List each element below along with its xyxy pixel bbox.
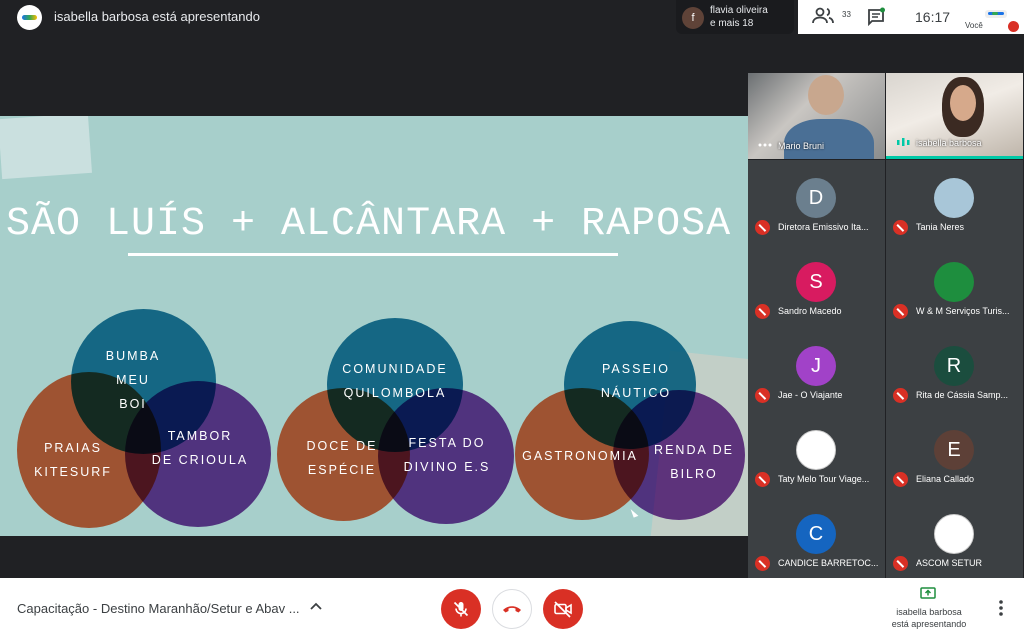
video-tile-name: Mario Bruni: [778, 141, 825, 151]
participant-name: Jae - O Viajante: [778, 390, 843, 400]
mic-muted-icon: [893, 556, 908, 571]
participant-video-face: [950, 85, 976, 121]
participant-video: [808, 75, 844, 115]
participant-avatar: S: [796, 262, 836, 302]
chevron-up-icon[interactable]: [309, 600, 323, 614]
circle-label-gastronomia: GASTRONOMIA: [522, 449, 638, 463]
leave-call-button[interactable]: [492, 589, 532, 629]
participant-avatar: E: [934, 430, 974, 470]
speaker-others: e mais 18: [710, 18, 754, 29]
participant-name: ASCOM SETUR: [916, 558, 983, 568]
mic-muted-icon: [755, 472, 770, 487]
participant-tile[interactable]: W & M Serviços Turis...: [886, 244, 1023, 328]
participant-tile[interactable]: E Eliana Callado: [886, 412, 1023, 496]
presenting-status-line1: isabella barbosa: [896, 607, 962, 617]
mic-muted-icon: [893, 388, 908, 403]
top-right-controls: 33 16:17 Você: [798, 0, 1024, 34]
mic-toggle-button[interactable]: [441, 589, 481, 629]
camera-toggle-button[interactable]: [543, 589, 583, 629]
clock: 16:17: [915, 9, 951, 25]
people-icon: [812, 7, 834, 24]
participant-name: Diretora Emissivo Ita...: [778, 222, 869, 232]
participant-tile[interactable]: S Sandro Macedo: [748, 244, 885, 328]
hang-up-icon: [503, 606, 521, 613]
present-screen-icon[interactable]: [920, 587, 936, 599]
self-muted-icon: [1008, 21, 1019, 32]
participant-name: Taty Melo Tour Viage...: [778, 474, 870, 484]
participant-tile[interactable]: Tania Neres: [886, 160, 1023, 244]
self-view[interactable]: Você: [960, 4, 1020, 34]
mic-muted-icon: [755, 556, 770, 571]
participant-tile[interactable]: C CANDICE BARRETOC...: [748, 496, 885, 580]
video-tile-isabella[interactable]: isabella barbosa: [886, 73, 1023, 159]
more-options-icon[interactable]: [996, 598, 1006, 618]
speaker-avatar: f: [682, 7, 704, 29]
participant-avatar: D: [796, 178, 836, 218]
mic-off-icon: [453, 601, 469, 617]
audio-level-icon: [758, 143, 772, 147]
speaking-indicator-icon: [897, 138, 910, 146]
circle-label-festa: FESTA DO DIVINO E.S: [403, 436, 491, 474]
people-count: 33: [842, 10, 851, 19]
participant-name: Sandro Macedo: [778, 306, 842, 316]
self-label: Você: [965, 21, 983, 30]
mic-muted-icon: [755, 388, 770, 403]
participant-tile[interactable]: R Rita de Cássia Samp...: [886, 328, 1023, 412]
circle-label-renda: RENDA DE BILRO: [654, 443, 734, 481]
circle-label-bumba: BUMBA MEU BOI: [105, 349, 161, 411]
participant-avatar: J: [796, 346, 836, 386]
meet-window: isabella barbosa está apresentando f fla…: [0, 0, 1024, 636]
mouse-cursor-icon: [630, 507, 639, 518]
top-bar: isabella barbosa está apresentando f fla…: [0, 0, 1024, 34]
participant-tile[interactable]: D Diretora Emissivo Ita...: [748, 160, 885, 244]
participant-avatar: C: [796, 514, 836, 554]
circle-label-passeio: PASSEIO NÁUTICO: [600, 362, 672, 400]
participant-avatar: R: [934, 346, 974, 386]
presenting-title: isabella barbosa está apresentando: [54, 9, 260, 24]
participant-avatar: [934, 178, 974, 218]
presenting-status-line2: está apresentando: [891, 619, 967, 629]
chat-button[interactable]: [866, 7, 886, 27]
circle-label-praias: PRAIAS KITESURF: [34, 441, 112, 479]
participants-panel: Mario Bruni isabella barbosa D Diretora E…: [748, 73, 1024, 580]
title-underline: [128, 253, 618, 256]
participant-tile[interactable]: J Jae - O Viajante: [748, 328, 885, 412]
self-thumbnail-icon: [985, 10, 1007, 18]
mic-muted-icon: [893, 220, 908, 235]
camera-off-icon: [554, 601, 572, 618]
mic-muted-icon: [893, 304, 908, 319]
bottom-bar: Capacitação - Destino Maranhão/Setur e A…: [0, 578, 1024, 636]
mic-muted-icon: [755, 304, 770, 319]
circle-label-tambor: TAMBOR DE CRIOULA: [151, 429, 249, 467]
participant-name: Eliana Callado: [916, 474, 975, 484]
active-speaker-chip[interactable]: f flavia oliveira e mais 18: [676, 0, 794, 34]
participant-tile[interactable]: ASCOM SETUR: [886, 496, 1023, 580]
meeting-title[interactable]: Capacitação - Destino Maranhão/Setur e A…: [17, 601, 300, 616]
participant-tile[interactable]: Taty Melo Tour Viage...: [748, 412, 885, 496]
speaker-name: flavia oliveira: [710, 5, 768, 16]
people-button[interactable]: 33: [812, 7, 851, 27]
participant-name: Rita de Cássia Samp...: [916, 390, 1009, 400]
mic-muted-icon: [755, 220, 770, 235]
participant-avatar: [934, 262, 974, 302]
participant-avatar: [796, 430, 836, 470]
slide-title: SÃO LUÍS + ALCÂNTARA + RAPOSA: [6, 202, 732, 247]
presentation-slide: SÃO LUÍS + ALCÂNTARA + RAPOSA BUMBA MEU …: [0, 116, 748, 536]
participant-name: CANDICE BARRETOC...: [778, 558, 879, 568]
paper-texture: [0, 116, 92, 180]
video-tile-mario[interactable]: Mario Bruni: [748, 73, 885, 159]
circle-label-doce: DOCE DE ESPÉCIE: [306, 439, 378, 477]
mic-muted-icon: [893, 472, 908, 487]
participant-name: Tania Neres: [916, 222, 965, 232]
chat-icon: [868, 7, 885, 27]
circle-label-comunidade: COMUNIDADE QUILOMBOLA: [342, 362, 448, 400]
video-tile-name: isabella barbosa: [916, 138, 982, 148]
participant-name: W & M Serviços Turis...: [916, 306, 1010, 316]
presenter-avatar: [17, 5, 42, 30]
participant-video-body: [784, 119, 874, 159]
participant-avatar: [934, 514, 974, 554]
